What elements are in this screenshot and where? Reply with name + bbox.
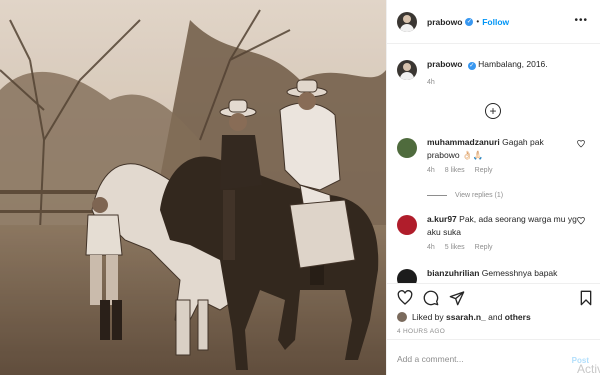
commenter-username[interactable]: muhammadzanuri xyxy=(427,137,500,147)
comment-item: a.kur97 Pak, ada seorang warga mu yg aku… xyxy=(397,213,593,251)
action-bar xyxy=(397,290,465,306)
activation-watermark: Activ xyxy=(576,362,600,375)
separator-dot: • xyxy=(476,17,480,26)
caption-username[interactable]: prabowo xyxy=(427,59,462,69)
view-replies-label: View replies (1) xyxy=(455,192,504,199)
commenter-username[interactable]: a.kur97 xyxy=(427,214,457,224)
liked-by-and: and xyxy=(488,312,503,322)
author-username[interactable]: prabowo xyxy=(427,17,462,27)
comment-time: 4h xyxy=(427,244,435,251)
liked-by-row: Liked by ssarah.n_ and others xyxy=(397,312,531,322)
horse-riders-photo xyxy=(0,0,386,375)
liked-by-user[interactable]: ssarah.n_ xyxy=(446,312,486,322)
follow-button[interactable]: Follow xyxy=(482,17,509,27)
save-bookmark-button[interactable] xyxy=(579,290,593,306)
commenter-avatar[interactable] xyxy=(397,215,417,235)
comment-item: bianzuhrilian Gemesshnya bapak xyxy=(397,267,593,283)
author-avatar[interactable] xyxy=(397,11,417,32)
posted-time: 4 HOURS AGO xyxy=(397,328,446,335)
commenter-avatar[interactable] xyxy=(397,269,417,283)
verified-badge-icon: ✓ xyxy=(465,17,474,26)
caption-text-line: prabowo ✓ Hambalang, 2016. xyxy=(427,58,548,71)
commenter-username[interactable]: bianzuhrilian xyxy=(427,268,479,278)
post-header: prabowo ✓ • Follow ••• xyxy=(387,0,600,44)
commenter-avatar[interactable] xyxy=(397,138,417,158)
comment-likes[interactable]: 8 likes xyxy=(445,167,465,174)
liked-by-prefix: Liked by xyxy=(412,312,444,322)
caption-time: 4h xyxy=(427,79,435,86)
comment-text: Gemesshnya bapak xyxy=(481,268,558,278)
post-actions-section: Liked by ssarah.n_ and others 4 HOURS AG… xyxy=(387,283,600,339)
liked-by-others[interactable]: others xyxy=(505,312,531,322)
comment-time: 4h xyxy=(427,167,435,174)
share-direct-icon[interactable] xyxy=(449,290,465,306)
reply-button[interactable]: Reply xyxy=(475,167,493,174)
add-comment-input[interactable]: Add a comment... xyxy=(397,354,464,364)
view-replies-line xyxy=(427,195,447,196)
comment-item: muhammadzanuri Gagah pak prabowo 👌🏻🙏🏻 4h… xyxy=(397,136,593,174)
comment-bubble-icon[interactable] xyxy=(423,290,439,306)
like-comment-heart-icon[interactable] xyxy=(577,217,585,225)
more-options-icon[interactable]: ••• xyxy=(574,16,588,26)
reply-button[interactable]: Reply xyxy=(475,244,493,251)
caption-text: Hambalang, 2016. xyxy=(478,59,548,69)
liker-avatar[interactable] xyxy=(397,312,407,322)
load-more-comments-icon[interactable]: + xyxy=(485,103,501,119)
post-photo[interactable] xyxy=(0,0,386,375)
post-caption: prabowo ✓ Hambalang, 2016. 4h xyxy=(397,58,593,86)
post-side-panel: prabowo ✓ • Follow ••• prabowo ✓ Hambala… xyxy=(386,0,600,375)
caption-author-avatar[interactable] xyxy=(397,60,417,80)
add-comment-bar: Add a comment... Post Activ xyxy=(387,339,600,375)
view-replies-button[interactable]: View replies (1) xyxy=(427,192,503,199)
bookmark-icon xyxy=(580,290,592,306)
like-heart-icon[interactable] xyxy=(397,290,413,306)
like-comment-heart-icon[interactable] xyxy=(577,140,585,148)
verified-badge-icon: ✓ xyxy=(467,62,476,70)
comment-likes[interactable]: 5 likes xyxy=(445,244,465,251)
